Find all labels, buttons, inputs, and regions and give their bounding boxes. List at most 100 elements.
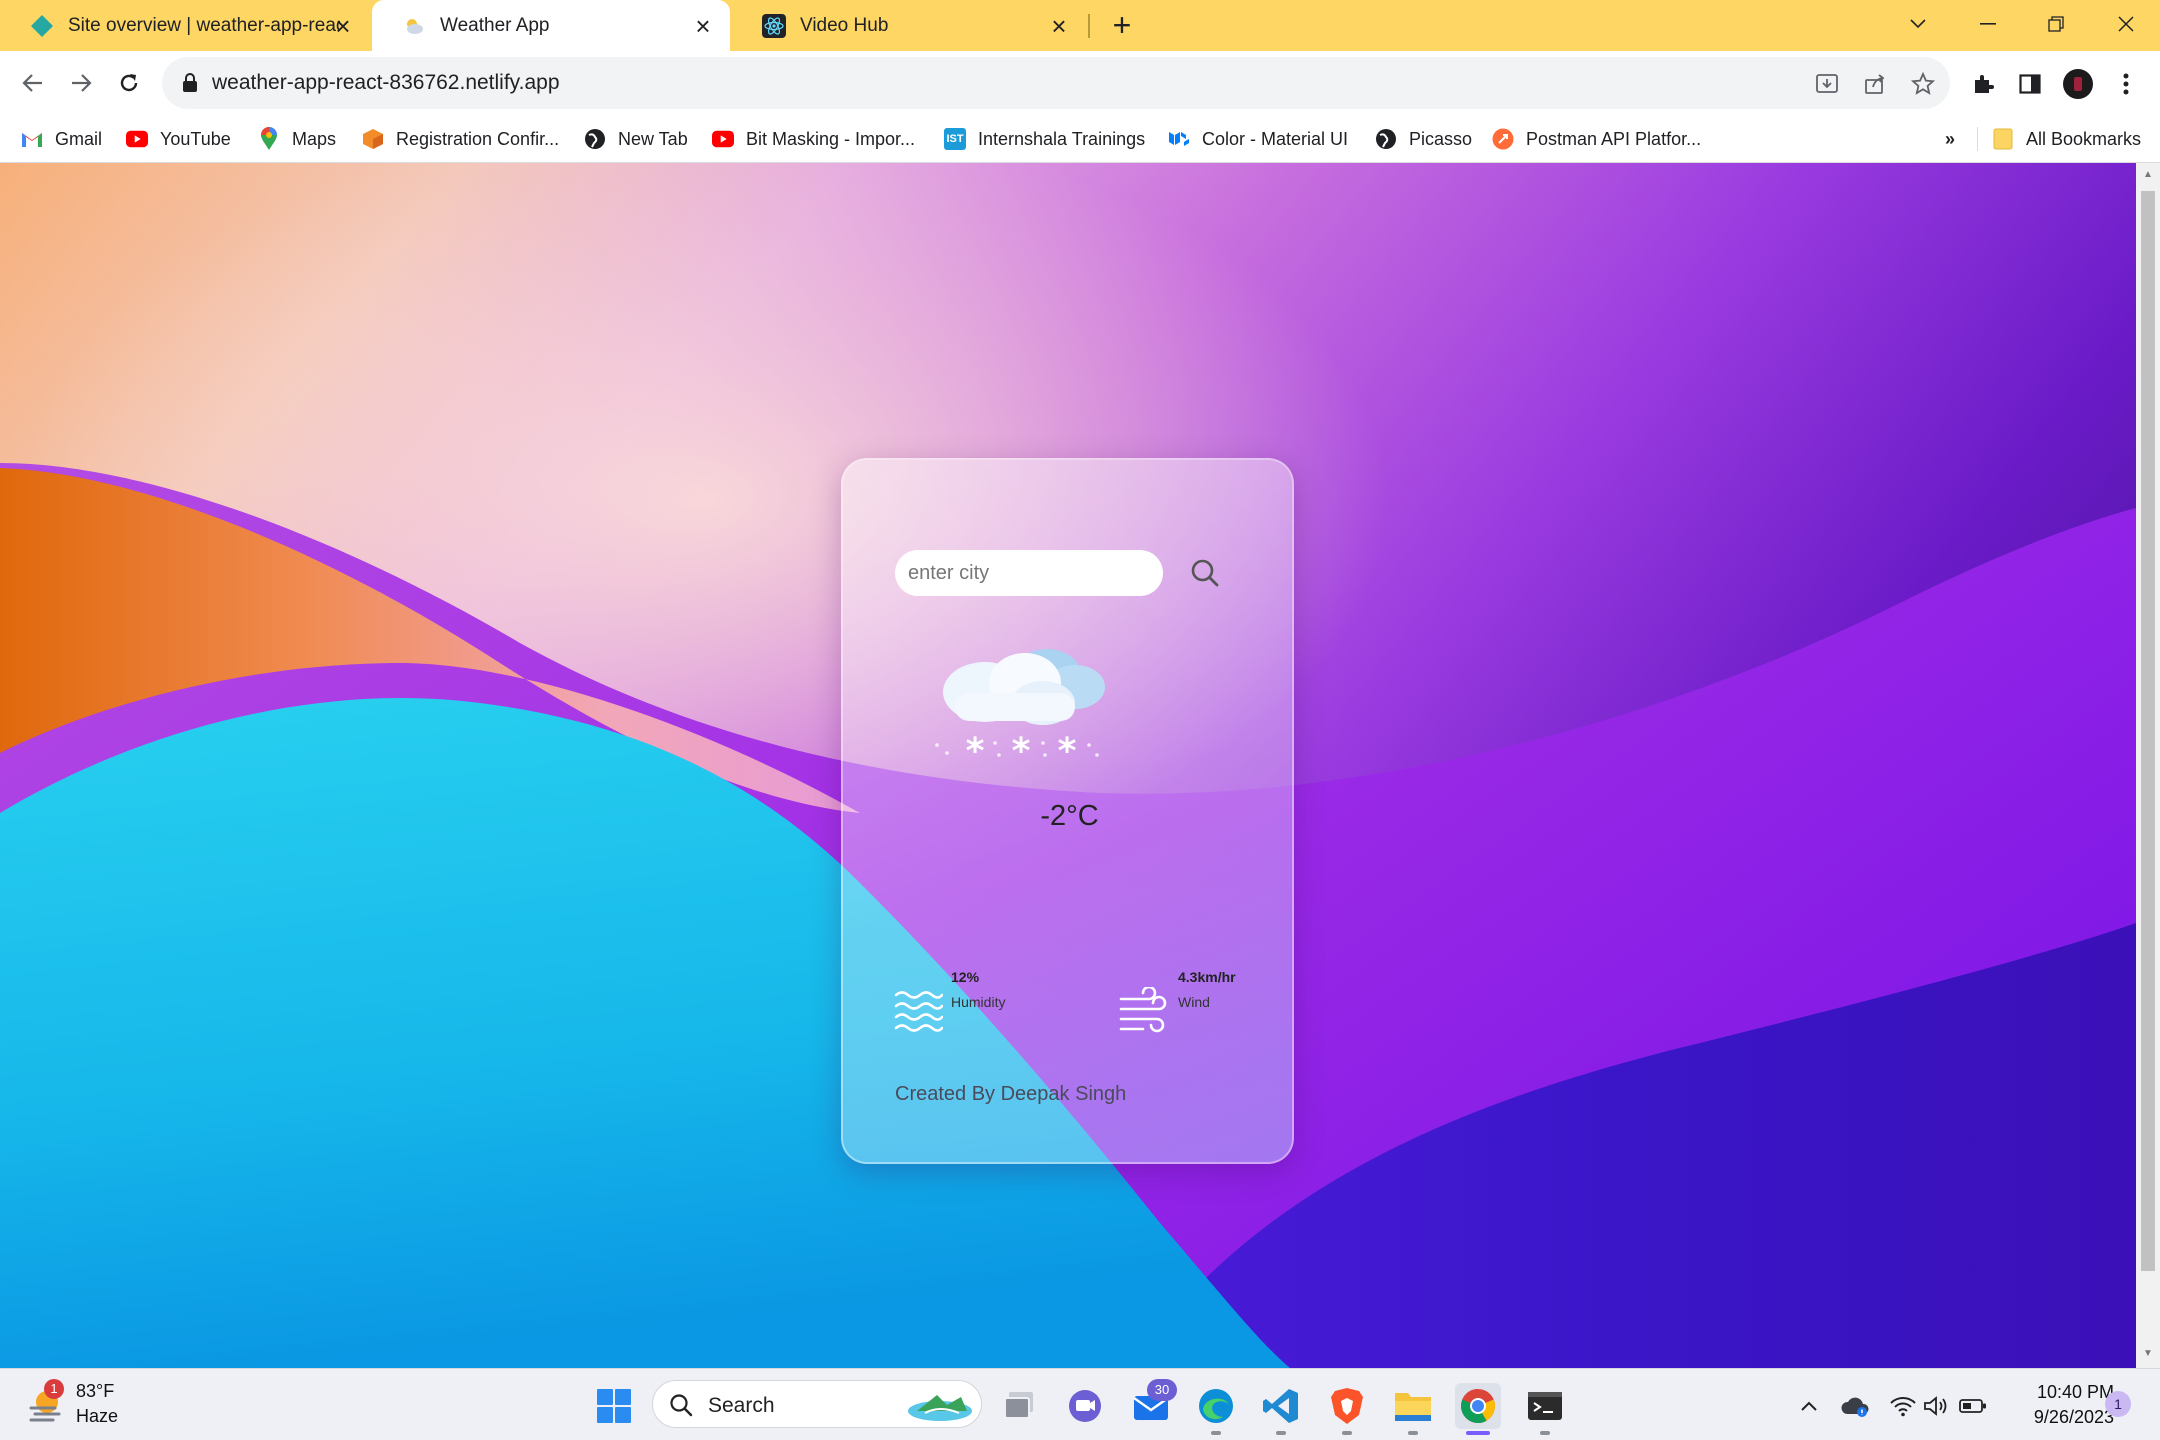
postman-icon — [1492, 128, 1514, 150]
clock-time[interactable]: 10:40 PM — [2004, 1382, 2114, 1403]
browser-toolbar: weather-app-react-836762.netlify.app — [0, 51, 2160, 115]
close-tab-icon[interactable]: × — [690, 13, 716, 39]
bookmark-gmail[interactable]: Gmail — [21, 123, 102, 155]
address-bar[interactable]: weather-app-react-836762.netlify.app — [162, 57, 1950, 109]
vscode-icon[interactable] — [1258, 1383, 1304, 1429]
back-arrow-icon[interactable] — [13, 63, 53, 103]
folder-icon — [1992, 128, 2014, 150]
bookmark-picasso[interactable]: Picasso — [1375, 123, 1472, 155]
task-view-icon[interactable] — [996, 1383, 1042, 1429]
new-tab-button[interactable]: + — [1104, 8, 1140, 44]
bookmark-label: Gmail — [55, 128, 103, 149]
bookmark-label: Internshala Trainings — [978, 128, 1146, 149]
bookmark-label: Bit Masking - Impor... — [746, 128, 916, 149]
reload-icon[interactable] — [109, 63, 149, 103]
battery-icon[interactable] — [1950, 1383, 1996, 1429]
share-icon[interactable] — [1860, 69, 1890, 99]
bookmark-label: New Tab — [618, 128, 688, 149]
close-window-icon[interactable] — [2106, 6, 2146, 42]
windows-taskbar: 1 83°F Haze Search 30 10:40 PM 9/26/2023… — [0, 1368, 2160, 1440]
humidity-label: Humidity — [951, 994, 1006, 1010]
gmail-icon — [21, 128, 43, 150]
svg-text:*: * — [966, 731, 985, 765]
svg-text:*: * — [1058, 731, 1077, 765]
bookmark-bit-masking[interactable]: Bit Masking - Impor... — [712, 123, 915, 155]
running-indicator — [1276, 1431, 1286, 1435]
chrome-icon[interactable] — [1455, 1383, 1501, 1429]
taskbar-search-box[interactable]: Search — [652, 1380, 982, 1428]
bookmark-internshala[interactable]: IST Internshala Trainings — [944, 123, 1145, 155]
bookmark-postman[interactable]: Postman API Platfor... — [1492, 123, 1701, 155]
scroll-thumb[interactable] — [2141, 191, 2155, 1271]
weather-widget-condition[interactable]: Haze — [76, 1406, 118, 1427]
search-button[interactable] — [1183, 550, 1227, 596]
onedrive-cloud-icon[interactable] — [1832, 1383, 1878, 1429]
side-panel-icon[interactable] — [2015, 69, 2045, 99]
weather-favicon-icon — [402, 14, 426, 38]
forward-arrow-icon[interactable] — [61, 63, 101, 103]
weather-widget-temperature[interactable]: 83°F — [76, 1381, 114, 1402]
clock-date[interactable]: 9/26/2023 — [2004, 1407, 2114, 1428]
humidity-waves-icon — [894, 991, 943, 1032]
bookmark-youtube[interactable]: YouTube — [126, 123, 231, 155]
bookmark-label: Color - Material UI — [1202, 128, 1349, 149]
bookmark-label: Picasso — [1409, 128, 1473, 149]
tab-title: Site overview | weather-app-reac — [68, 14, 340, 36]
mail-badge: 30 — [1147, 1379, 1177, 1401]
globe-icon — [584, 128, 606, 150]
close-tab-icon[interactable]: × — [1046, 13, 1072, 39]
tab-title: Weather App — [440, 14, 550, 36]
globe-icon — [1375, 128, 1397, 150]
close-tab-icon[interactable]: × — [330, 13, 356, 39]
minimize-icon[interactable] — [1968, 6, 2008, 42]
install-app-icon[interactable] — [1812, 69, 1842, 99]
bookmark-maps[interactable]: Maps — [258, 123, 336, 155]
search-icon — [670, 1394, 693, 1417]
scroll-up-arrow-icon[interactable]: ▲ — [2142, 169, 2154, 181]
bookmark-material-ui[interactable]: Color - Material UI — [1168, 123, 1348, 155]
running-indicator — [1408, 1431, 1418, 1435]
youtube-icon — [126, 128, 148, 150]
search-icon — [1191, 559, 1219, 587]
wind-value: 4.3km/hr — [1178, 969, 1236, 985]
city-search-input[interactable] — [895, 550, 1163, 596]
windows-start-icon[interactable] — [591, 1383, 637, 1429]
edge-browser-icon[interactable] — [1193, 1383, 1239, 1429]
url-text[interactable]: weather-app-react-836762.netlify.app — [212, 71, 560, 95]
credit-text: Created By Deepak Singh — [895, 1083, 1127, 1105]
page-scrollbar[interactable]: ▲ ▼ — [2136, 163, 2160, 1368]
tab-video-hub[interactable]: Video Hub × — [732, 0, 1086, 51]
bookmark-star-icon[interactable] — [1908, 69, 1938, 99]
restore-icon[interactable] — [2036, 6, 2076, 42]
more-menu-icon[interactable] — [2111, 69, 2141, 99]
brave-browser-icon[interactable] — [1324, 1383, 1370, 1429]
scroll-down-arrow-icon[interactable]: ▼ — [2142, 1348, 2154, 1360]
search-highlight-icon — [908, 1395, 972, 1421]
bookmark-label: Registration Confir... — [396, 128, 560, 149]
profile-avatar[interactable] — [2063, 69, 2093, 99]
taskbar-search-label: Search — [708, 1394, 775, 1417]
react-icon — [762, 13, 786, 38]
temperature-text: -2°C — [1040, 800, 1099, 832]
extensions-puzzle-icon[interactable] — [1968, 69, 1998, 99]
wind-label: Wind — [1178, 994, 1210, 1010]
bookmark-registration[interactable]: Registration Confir... — [362, 123, 559, 155]
show-hidden-icons-chevron[interactable] — [1786, 1383, 1832, 1429]
file-explorer-icon[interactable] — [1390, 1383, 1436, 1429]
terminal-icon[interactable] — [1522, 1383, 1568, 1429]
teams-chat-icon[interactable] — [1062, 1383, 1108, 1429]
bookmarks-bar: Gmail YouTube Maps Registration Confir..… — [0, 115, 2160, 163]
lock-icon[interactable] — [182, 73, 198, 98]
tab-site-overview[interactable]: Site overview | weather-app-reac × — [0, 0, 370, 51]
tab-search-chevron-icon[interactable] — [1898, 6, 1938, 42]
maps-icon — [258, 127, 280, 150]
bookmark-new-tab[interactable]: New Tab — [584, 123, 688, 155]
weather-card: * * * -2°C 12% Humidity — [841, 458, 1294, 1164]
tab-weather-app[interactable]: Weather App × — [372, 0, 730, 51]
bookmarks-overflow-button[interactable]: » — [1945, 123, 1955, 155]
tab-separator — [1088, 14, 1090, 38]
all-bookmarks-button[interactable]: All Bookmarks — [1992, 123, 2141, 155]
notification-center-badge[interactable]: 1 — [2105, 1391, 2131, 1417]
running-indicator — [1211, 1431, 1221, 1435]
all-bookmarks-label: All Bookmarks — [2026, 128, 2142, 149]
